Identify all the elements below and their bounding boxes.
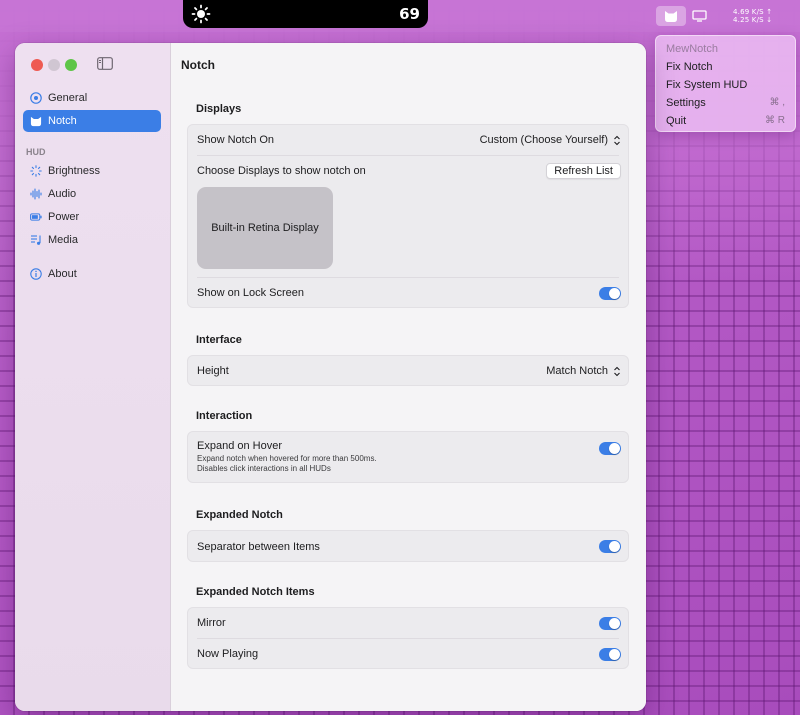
chevron-up-down-icon [614,366,620,376]
show-notch-on-label: Show Notch On [197,134,275,146]
expanded-notch-card: Separator between Items [187,530,629,562]
expand-hover-note: Disables click interactions in all HUDs [197,464,331,473]
music-list-icon [30,234,42,246]
menu-app-name: MewNotch [666,43,718,55]
display-tile-builtin[interactable]: Built-in Retina Display [197,187,333,269]
sidebar-item-audio[interactable]: Audio [23,183,161,205]
sidebar-item-media[interactable]: Media [23,229,161,251]
expand-hover-label: Expand on Hover [197,440,282,452]
section-title-expanded-notch: Expanded Notch [196,509,283,521]
separator-label: Separator between Items [197,540,320,553]
height-row: Height Match Notch [188,356,630,386]
settings-window: General Notch HUD Brightness Audio Power… [15,43,646,711]
brightness-icon [30,165,42,177]
sidebar-item-label: Notch [48,115,77,127]
settings-content: Notch Displays Show Notch On Custom (Cho… [172,43,646,711]
info-icon [30,268,42,280]
sidebar-item-notch[interactable]: Notch [23,110,161,132]
sidebar-item-label: Brightness [48,165,100,177]
hud-value: 69 [399,5,420,23]
net-upload: 4.69 K/S ↑ [733,8,773,16]
sidebar-item-brightness[interactable]: Brightness [23,160,161,182]
sidebar-item-label: General [48,92,88,104]
net-download: 4.25 K/S ↓ [733,16,773,24]
waveform-icon [30,188,42,200]
sidebar-toggle-icon[interactable] [97,57,113,70]
expand-hover-toggle[interactable] [599,442,621,455]
expand-hover-row: Expand on Hover Expand notch when hovere… [188,432,630,483]
quit-shortcut: ⌘ R [765,115,785,126]
choose-displays-row: Choose Displays to show notch on Refresh… [188,156,630,186]
lock-screen-toggle[interactable] [599,286,621,300]
interface-card: Height Match Notch [187,355,629,386]
display-tile-label: Built-in Retina Display [211,222,319,234]
interaction-card: Expand on Hover Expand notch when hovere… [187,431,629,483]
menubar: 69 4.69 K/S ↑ 4.25 K/S ↓ [0,0,800,32]
expanded-items-card: Mirror Now Playing [187,607,629,669]
mirror-label: Mirror [197,617,226,629]
mewnotch-menubar-button[interactable] [656,6,686,26]
separator-row: Separator between Items [188,531,630,562]
sidebar-item-label: Audio [48,188,77,200]
height-value: Match Notch [546,365,608,377]
settings-shortcut: ⌘ , [769,97,785,108]
lock-screen-label: Show on Lock Screen [197,287,305,299]
menu-item-fix-notch[interactable]: Fix Notch [656,58,795,76]
section-title-displays: Displays [196,103,242,115]
cat-icon [665,10,677,22]
sidebar-section-hud: HUD [26,147,46,157]
network-speed[interactable]: 4.69 K/S ↑ 4.25 K/S ↓ [733,8,772,24]
gear-circle-icon [30,92,42,104]
menu-item-settings[interactable]: Settings ⌘ , [656,94,795,112]
mirror-toggle[interactable] [599,616,621,630]
mirror-row: Mirror [188,608,630,638]
chevron-up-down-icon [614,135,620,145]
now-playing-toggle[interactable] [599,647,621,661]
now-playing-row: Now Playing [188,639,630,669]
cat-icon [30,115,42,127]
sidebar-item-label: Media [48,234,78,246]
close-window-button[interactable] [31,59,43,71]
sidebar: General Notch HUD Brightness Audio Power… [15,43,171,711]
display-menubar-button[interactable] [684,6,714,26]
sidebar-item-about[interactable]: About [23,263,161,285]
section-title-interface: Interface [196,334,242,346]
menu-item-quit[interactable]: Quit ⌘ R [656,112,795,130]
expand-hover-description: Expand notch when hovered for more than … [197,454,377,463]
sidebar-item-label: Power [48,211,80,223]
sidebar-item-power[interactable]: Power [23,206,161,228]
section-title-interaction: Interaction [196,410,253,422]
height-label: Height [197,365,229,377]
show-notch-on-row: Show Notch On Custom (Choose Yourself) [188,125,630,155]
display-icon [691,10,707,22]
lock-screen-row: Show on Lock Screen [188,278,630,308]
mewnotch-menu: MewNotch Fix Notch Fix System HUD Settin… [655,35,796,132]
refresh-list-button[interactable]: Refresh List [546,163,621,179]
displays-card: Show Notch On Custom (Choose Yourself) C… [187,124,629,308]
show-notch-on-value: Custom (Choose Yourself) [479,134,608,146]
minimize-window-button[interactable] [48,59,60,71]
height-select[interactable]: Match Notch [546,365,621,377]
sidebar-item-label: About [48,268,77,280]
notch-hud: 69 [183,0,428,28]
show-notch-on-select[interactable]: Custom (Choose Yourself) [480,134,621,146]
choose-displays-label: Choose Displays to show notch on [197,165,366,177]
brightness-icon [191,4,211,24]
section-title-expanded-items: Expanded Notch Items [196,586,315,598]
page-title: Notch [181,58,215,72]
separator-toggle[interactable] [599,540,621,553]
menu-item-fix-system-hud[interactable]: Fix System HUD [656,76,795,94]
sidebar-item-general[interactable]: General [23,87,161,109]
zoom-window-button[interactable] [65,59,77,71]
now-playing-label: Now Playing [197,648,259,660]
battery-icon [30,211,42,223]
